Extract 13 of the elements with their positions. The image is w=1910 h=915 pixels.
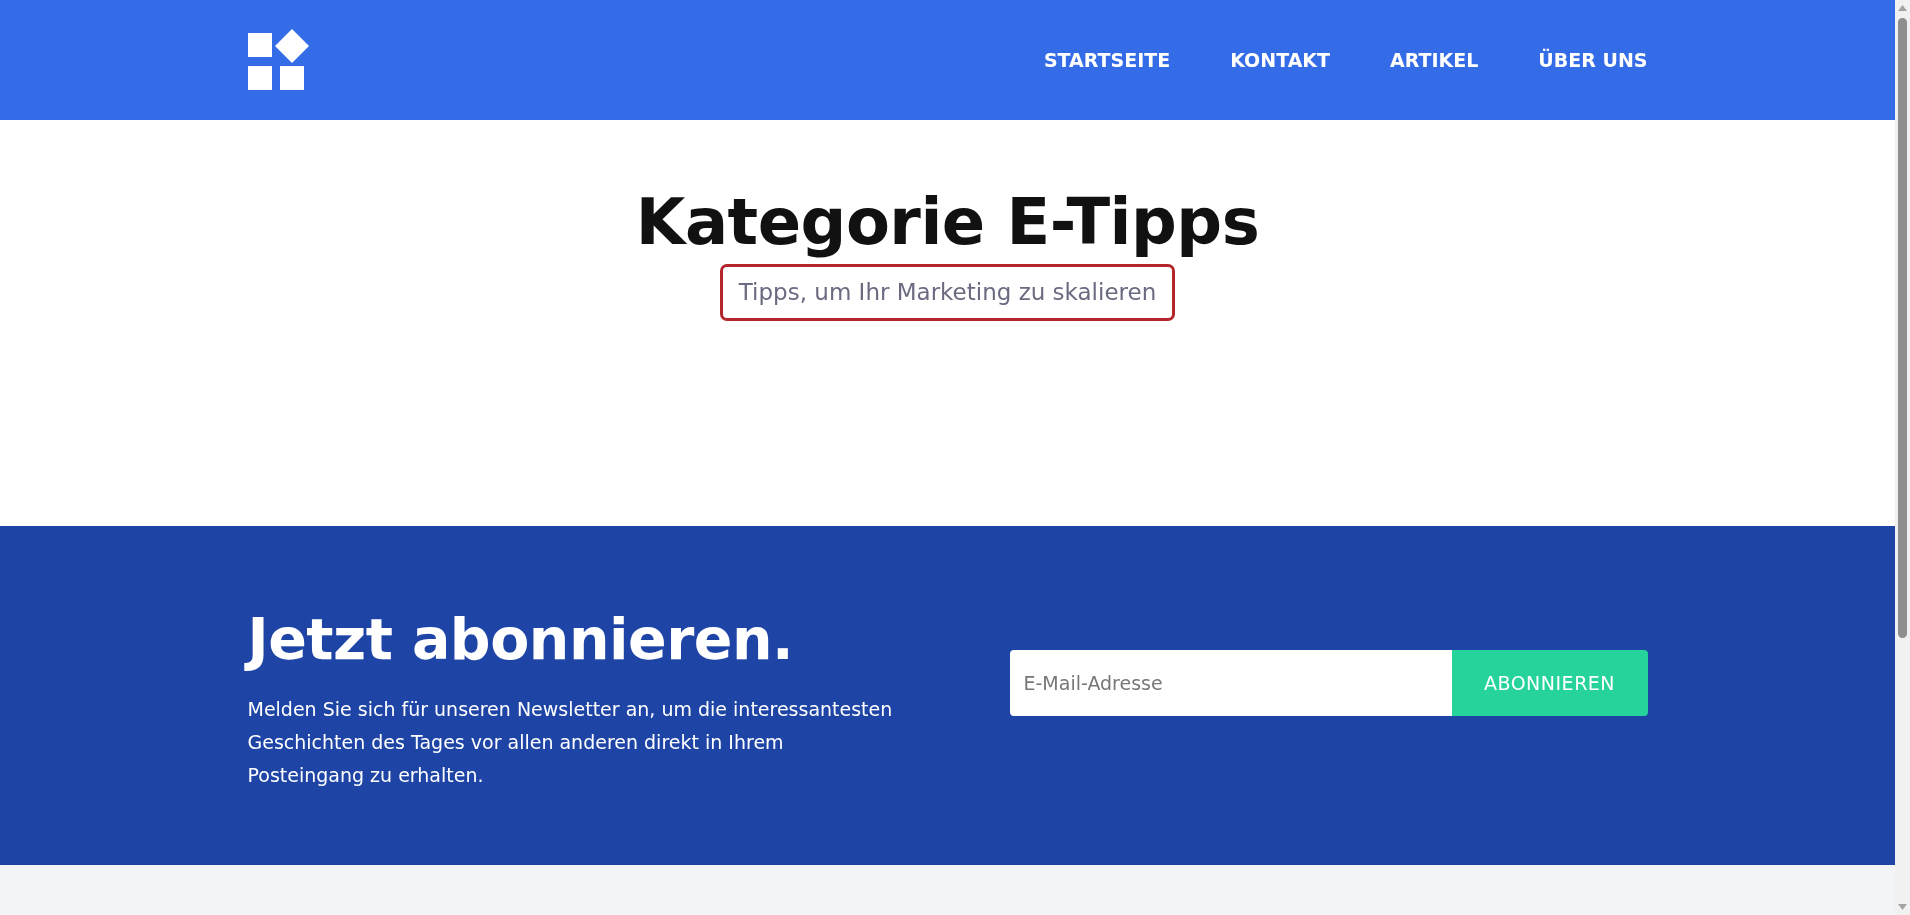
scrollbar-track[interactable] xyxy=(1895,0,1910,915)
email-input-field[interactable]: E-Mail-Adresse xyxy=(1009,649,1452,716)
nav-link[interactable]: STARTSEITE xyxy=(1043,49,1171,71)
nav-link[interactable]: KONTAKT xyxy=(1230,49,1330,71)
scroll-down-arrow-icon[interactable] xyxy=(1898,904,1907,910)
nav-link[interactable]: ARTIKEL xyxy=(1390,49,1479,71)
scroll-up-arrow-icon[interactable] xyxy=(1898,5,1907,11)
page-title: Kategorie E-Tipps xyxy=(635,186,1260,260)
page-subtitle: Tipps, um Ihr Marketing zu skalieren xyxy=(719,263,1176,321)
newsletter-description: Melden Sie sich für unseren Newsletter an, um die interessantesten Geschichten des Tages vor allen anderen direkt in Ihrem Posteingang zu erhalten. xyxy=(247,696,894,788)
nav-link[interactable]: ÜBER UNS xyxy=(1538,49,1648,71)
scrollbar-thumb[interactable] xyxy=(1898,18,1907,638)
logo-icon[interactable] xyxy=(247,29,310,91)
